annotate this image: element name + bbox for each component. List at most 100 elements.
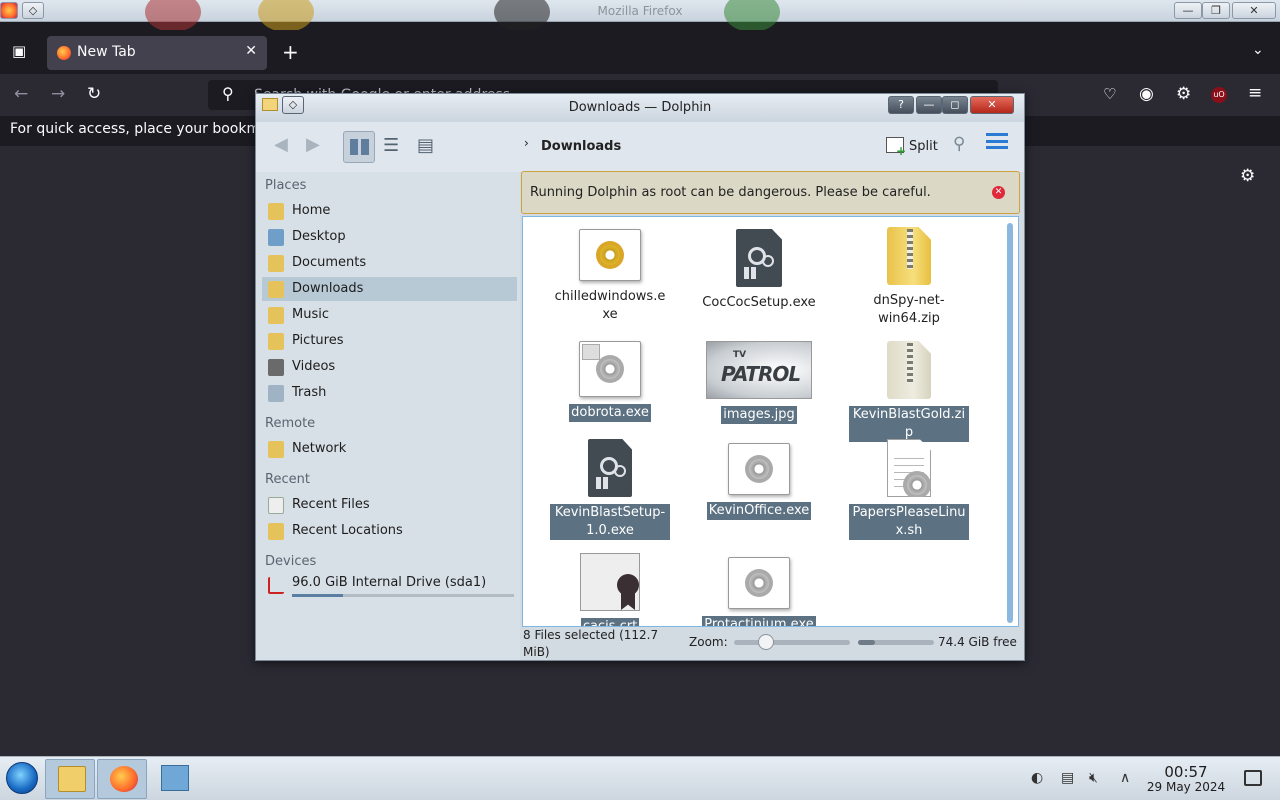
file-item-coccocsetup[interactable]: CocCocSetup.exe	[699, 229, 819, 312]
search-icon[interactable]: ⚲	[953, 134, 965, 154]
file-item-protactinium[interactable]: Protactinium.exe	[699, 557, 819, 626]
file-name: KevinBlastGold.zip	[849, 406, 969, 442]
clock-time: 00:57	[1164, 763, 1208, 781]
maximize-button[interactable]: ❐	[1202, 2, 1230, 19]
page-settings-icon[interactable]: ⚙	[1240, 166, 1255, 186]
downloads-folder-icon	[268, 281, 284, 298]
tab-new-tab[interactable]: New Tab ✕	[47, 36, 267, 70]
clock-date: 29 May 2024	[1146, 780, 1226, 794]
start-menu-button[interactable]	[6, 762, 38, 794]
close-button[interactable]: ✕	[970, 96, 1014, 114]
firefox-titlebar: Mozilla Firefox ◇ — ❐ ✕	[0, 0, 1280, 32]
recent-files-icon	[268, 497, 284, 514]
firefox-app-icon[interactable]	[0, 2, 18, 19]
places-item-downloads[interactable]: Downloads	[262, 277, 517, 301]
places-item-label: Network	[292, 441, 347, 456]
places-item-label: Recent Locations	[292, 523, 403, 538]
close-button[interactable]: ✕	[1232, 2, 1276, 19]
file-name: KevinOffice.exe	[706, 502, 812, 520]
zoom-slider[interactable]	[734, 634, 850, 650]
dolphin-window: ◇ Downloads — Dolphin ? — ◻ ✕ ◀ ▶ ☰ ▤ › …	[255, 93, 1025, 661]
hamburger-menu-icon[interactable]	[986, 133, 1008, 149]
remote-header: Remote	[265, 416, 316, 431]
firefox-tabbar: ▣ New Tab ✕ + ⌄	[0, 30, 1280, 74]
breadcrumb[interactable]: Downloads	[541, 139, 621, 154]
file-item-cacis-crt[interactable]: cacis.crt	[550, 553, 670, 626]
tab-overview-icon[interactable]: ▣	[12, 42, 26, 60]
file-item-dnspy[interactable]: dnSpy-net-win64.zip	[849, 227, 969, 328]
volume-muted-icon[interactable]: 🔇︎	[1089, 770, 1098, 786]
places-item-label: Trash	[292, 385, 327, 400]
places-item-internal-drive[interactable]: 96.0 GiB Internal Drive (sda1)	[262, 573, 517, 601]
menu-icon[interactable]: ≡	[1248, 83, 1262, 103]
network-icon[interactable]: ◐	[1031, 770, 1043, 786]
places-item-recent-files[interactable]: Recent Files	[262, 493, 517, 517]
forward-icon[interactable]: ▶	[306, 134, 320, 155]
icons-view-button[interactable]	[343, 131, 375, 163]
places-item-network[interactable]: Network	[262, 437, 517, 461]
selection-summary: 8 Files selected (112.7 MiB)	[523, 628, 659, 659]
tray-expand-icon[interactable]: ∧	[1120, 770, 1130, 786]
maximize-button[interactable]: ◻	[942, 96, 968, 114]
places-item-documents[interactable]: Documents	[262, 251, 517, 275]
exe-gray-icon	[728, 557, 790, 609]
file-item-kevinblastgold[interactable]: KevinBlastGold.zip	[849, 341, 969, 442]
file-item-kevinoffice[interactable]: KevinOffice.exe	[699, 443, 819, 520]
back-icon[interactable]: ◀	[274, 134, 288, 155]
places-item-label: 96.0 GiB Internal Drive (sda1)	[292, 575, 487, 590]
new-tab-button[interactable]: +	[282, 40, 299, 64]
places-item-home[interactable]: Home	[262, 199, 517, 223]
file-item-dobrota[interactable]: dobrota.exe	[550, 341, 670, 422]
clipboard-icon[interactable]: ▤	[1061, 770, 1074, 786]
file-item-images-jpg[interactable]: TV PATROL images.jpg	[699, 341, 819, 424]
places-item-label: Downloads	[292, 281, 364, 296]
places-item-label: Pictures	[292, 333, 344, 348]
taskbar-system-settings[interactable]	[149, 759, 199, 799]
places-item-pictures[interactable]: Pictures	[262, 329, 517, 353]
taskbar-dolphin[interactable]	[45, 759, 95, 799]
help-button[interactable]: ?	[888, 96, 914, 114]
close-tab-icon[interactable]: ✕	[245, 43, 257, 59]
compact-view-icon[interactable]: ☰	[383, 135, 399, 156]
clock[interactable]: 00:57 29 May 2024	[1145, 764, 1227, 795]
places-item-recent-locations[interactable]: Recent Locations	[262, 519, 517, 543]
ublock-icon[interactable]: uO	[1211, 87, 1227, 103]
account-icon[interactable]: ◉	[1139, 84, 1154, 104]
file-view[interactable]: chilledwindows.exe CocCocSetup.exe dnSpy…	[522, 216, 1019, 627]
places-item-label: Desktop	[292, 229, 346, 244]
list-all-tabs-icon[interactable]: ⌄	[1252, 42, 1264, 58]
back-arrow-icon[interactable]: ←	[14, 84, 28, 104]
places-item-music[interactable]: Music	[262, 303, 517, 327]
window-menu-icon[interactable]: ◇	[22, 2, 44, 19]
search-icon: ⚲	[222, 84, 234, 103]
file-name: images.jpg	[721, 406, 797, 424]
icons-view-icon	[350, 139, 370, 155]
file-name: Protactinium.exe	[702, 616, 816, 626]
pocket-icon[interactable]: ♡	[1103, 85, 1116, 103]
file-item-papersplease[interactable]: PapersPleaseLinux.sh	[849, 439, 969, 540]
split-button[interactable]: Split	[886, 137, 938, 158]
places-item-desktop[interactable]: Desktop	[262, 225, 517, 249]
vertical-scrollbar[interactable]	[1007, 223, 1013, 623]
documents-folder-icon	[268, 255, 284, 272]
places-item-videos[interactable]: Videos	[262, 355, 517, 379]
file-item-chilledwindows[interactable]: chilledwindows.exe	[550, 229, 670, 324]
places-item-trash[interactable]: Trash	[262, 381, 517, 405]
zoom-slider-handle[interactable]	[758, 634, 775, 650]
show-desktop-button[interactable]	[1244, 770, 1262, 786]
details-view-icon[interactable]: ▤	[417, 135, 434, 156]
taskbar-firefox[interactable]	[97, 759, 147, 799]
minimize-button[interactable]: —	[916, 96, 942, 114]
forward-arrow-icon[interactable]: →	[51, 84, 65, 104]
file-item-kevinblastsetup[interactable]: KevinBlastSetup-1.0.exe	[550, 439, 670, 540]
devices-header: Devices	[265, 554, 317, 569]
file-name: chilledwindows.exe	[554, 289, 666, 322]
extensions-icon[interactable]: ⚙	[1176, 84, 1191, 104]
thumbnail-text: PATROL	[721, 362, 801, 386]
exe-gray-icon	[579, 341, 641, 397]
minimize-button[interactable]: —	[1174, 2, 1202, 19]
reload-icon[interactable]: ↻	[87, 84, 101, 104]
close-warning-icon[interactable]: ✕	[992, 186, 1005, 199]
split-icon	[886, 137, 906, 158]
home-folder-icon	[268, 203, 284, 220]
